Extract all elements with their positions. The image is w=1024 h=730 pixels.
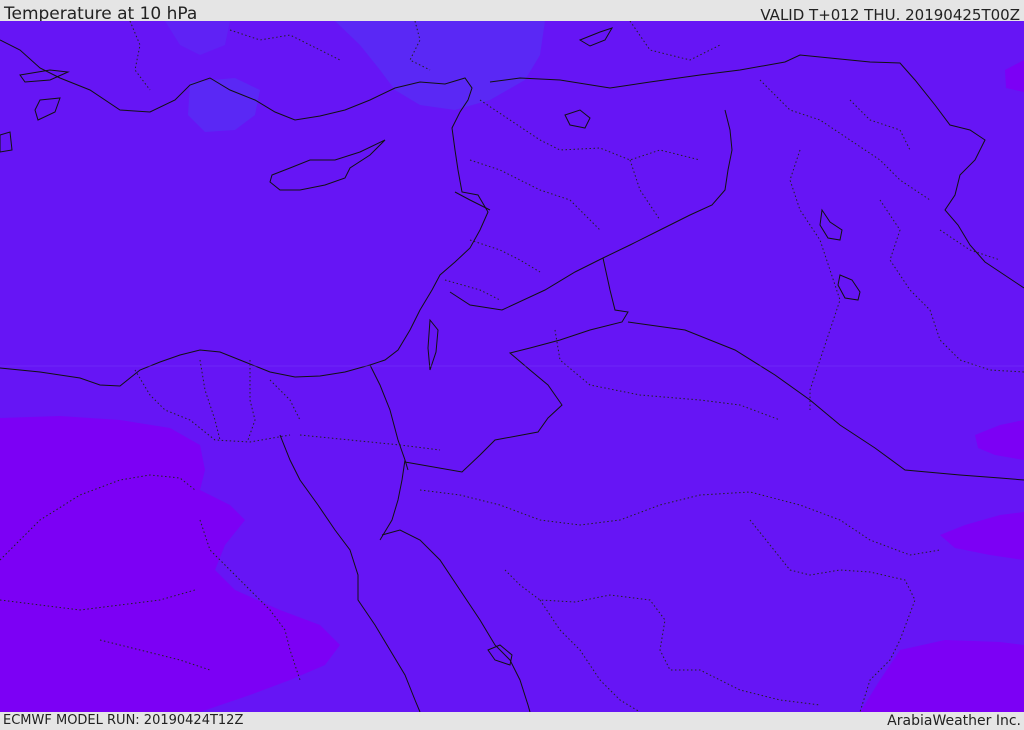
credit-text: ArabiaWeather Inc. (887, 713, 1021, 729)
model-run: ECMWF MODEL RUN: 20190424T12Z (3, 713, 244, 728)
bottom-bar: ECMWF MODEL RUN: 20190424T12Z ArabiaWeat… (0, 712, 1024, 729)
temperature-map[interactable] (0, 21, 1024, 712)
top-bar: Temperature at 10 hPa VALID T+012 THU. 2… (0, 0, 1024, 24)
